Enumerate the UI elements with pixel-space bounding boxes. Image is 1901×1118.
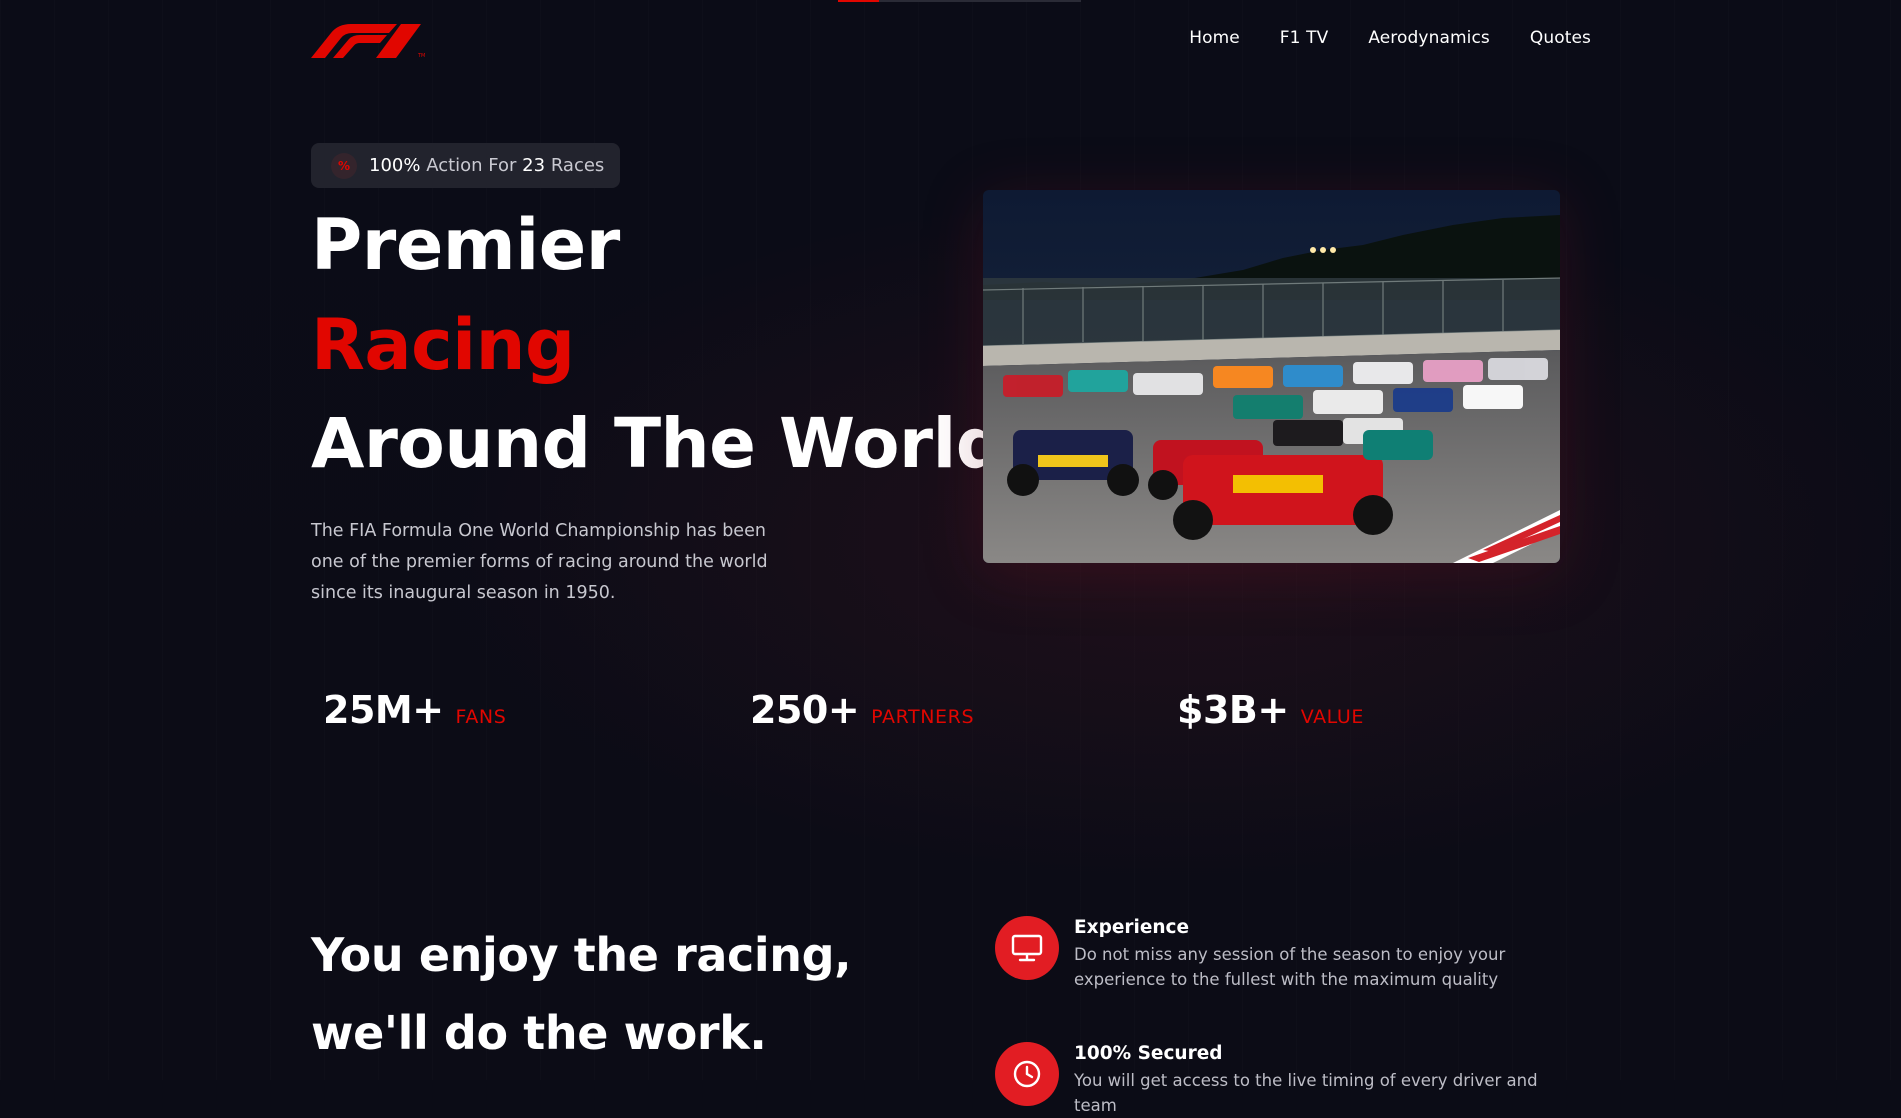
section-title: You enjoy the racing, we'll do the work. (311, 928, 852, 1060)
scroll-progress-fill (838, 0, 880, 2)
svg-text:TM: TM (417, 53, 425, 58)
feature-experience-title: Experience (1074, 917, 1190, 938)
page-background (0, 0, 1901, 1080)
clock-icon (995, 1042, 1059, 1106)
stat-fans: 25M+ FANS (323, 688, 506, 732)
nav-home[interactable]: Home (1189, 28, 1240, 48)
main-nav: Home F1 TV Aerodynamics Quotes (1189, 28, 1591, 48)
badge-percent: 100% (369, 155, 421, 176)
hero-headline-premier: Premier (311, 204, 620, 286)
stat-partners-value: 250+ (750, 688, 860, 732)
stat-value-label: VALUE (1300, 706, 1365, 728)
hero-headline-racing: Racing (311, 304, 575, 386)
badge-text-2: Races (550, 155, 605, 176)
badge-text-1: Action For (426, 155, 517, 176)
feature-experience: Experience Do not miss any session of th… (995, 916, 1575, 992)
f1-logo[interactable]: TM (311, 22, 439, 58)
monitor-icon (995, 916, 1059, 980)
race-start-photo (983, 190, 1560, 563)
nav-aerodynamics[interactable]: Aerodynamics (1368, 28, 1490, 48)
scroll-progress-bar (838, 0, 1081, 2)
stat-value-value: $3B+ (1177, 688, 1289, 732)
percent-icon: % (331, 152, 357, 179)
badge-count: 23 (522, 155, 546, 176)
nav-f1-tv[interactable]: F1 TV (1280, 28, 1329, 48)
races-badge-text: 100% Action For 23 Races (369, 155, 604, 176)
stat-fans-value: 25M+ (323, 688, 444, 732)
feature-secured-description: You will get access to the live timing o… (1074, 1071, 1538, 1115)
feature-secured: 100% Secured You will get access to the … (995, 1042, 1575, 1118)
stat-fans-label: FANS (455, 706, 507, 728)
races-badge: % 100% Action For 23 Races (311, 143, 621, 188)
nav-quotes[interactable]: Quotes (1530, 28, 1591, 48)
hero-description: The FIA Formula One World Championship h… (311, 521, 768, 603)
feature-secured-title: 100% Secured (1074, 1043, 1223, 1064)
stat-partners-label: PARTNERS (871, 706, 975, 728)
stat-partners: 250+ PARTNERS (750, 688, 974, 732)
feature-experience-description: Do not miss any session of the season to… (1074, 945, 1506, 989)
stat-value: $3B+ VALUE (1177, 688, 1364, 732)
hero-headline-world: Around The World. (311, 404, 1031, 484)
